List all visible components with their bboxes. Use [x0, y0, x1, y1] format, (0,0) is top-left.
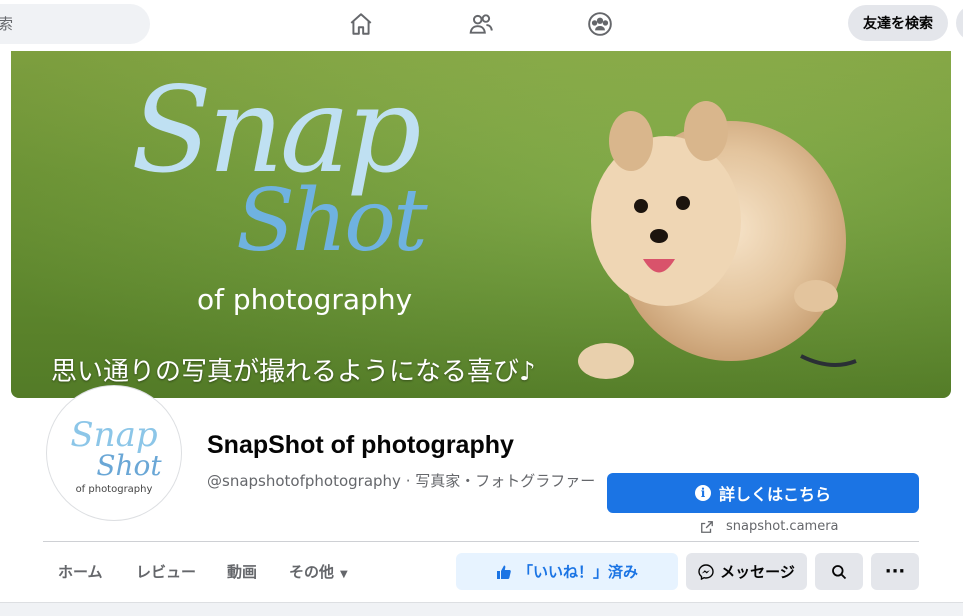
thumbs-up-icon	[496, 565, 511, 579]
divider	[43, 541, 919, 542]
info-icon: i	[694, 485, 711, 501]
avatar-logo-shot: Shot	[96, 448, 162, 482]
content-background	[0, 602, 963, 616]
messenger-icon	[698, 563, 714, 580]
cover-tagline: 思い通りの写真が撮れるようになる喜び♪	[51, 357, 536, 387]
groups-icon[interactable]	[584, 8, 616, 40]
home-icon[interactable]	[345, 8, 377, 40]
message-button[interactable]: メッセージ	[686, 553, 807, 590]
website-label: snapshot.camera	[726, 519, 839, 534]
liked-button[interactable]: 「いいね！」済み	[456, 553, 678, 590]
cover-logo-shot: Shot	[236, 171, 428, 271]
learn-more-button[interactable]: i 詳しくはこちら	[607, 473, 919, 513]
liked-label: 「いいね！」済み	[517, 563, 638, 581]
find-friends-button[interactable]: 友達を検索	[848, 5, 948, 41]
message-label: メッセージ	[720, 563, 795, 581]
menu-button[interactable]	[956, 5, 963, 41]
search-input[interactable]: 索	[0, 4, 150, 44]
tab-home[interactable]: ホーム	[58, 552, 103, 592]
page-search-button[interactable]	[815, 553, 863, 590]
page-title: SnapShot of photography	[207, 431, 514, 459]
friends-icon[interactable]	[465, 8, 497, 40]
cover-logo-subtitle: of photography	[197, 283, 413, 316]
more-options-button[interactable]: ···	[871, 553, 919, 590]
website-link[interactable]: snapshot.camera	[700, 519, 839, 534]
pomeranian-dog-image	[571, 71, 861, 398]
avatar-logo-snap: Snap	[70, 414, 158, 455]
tab-videos[interactable]: 動画	[227, 552, 257, 592]
caret-down-icon: ▼	[340, 569, 348, 580]
more-icon: ···	[884, 561, 906, 582]
tab-more-label: その他	[289, 563, 335, 581]
profile-picture[interactable]: Snap Shot of photography	[47, 386, 181, 520]
search-icon	[832, 564, 847, 579]
page-subtitle: @snapshotofphotography · 写真家・フォトグラファー	[207, 472, 596, 490]
top-navigation-bar: 索 友達を検索	[0, 0, 963, 50]
tab-reviews[interactable]: レビュー	[136, 552, 196, 592]
external-link-icon	[701, 520, 713, 533]
learn-more-label: 詳しくはこちら	[718, 485, 831, 504]
cover-photo[interactable]: Snap Shot of photography 思い通りの写真が撮れるようにな…	[11, 51, 951, 398]
avatar-logo-subtitle: of photography	[75, 483, 153, 495]
tab-more[interactable]: その他 ▼	[289, 552, 348, 592]
